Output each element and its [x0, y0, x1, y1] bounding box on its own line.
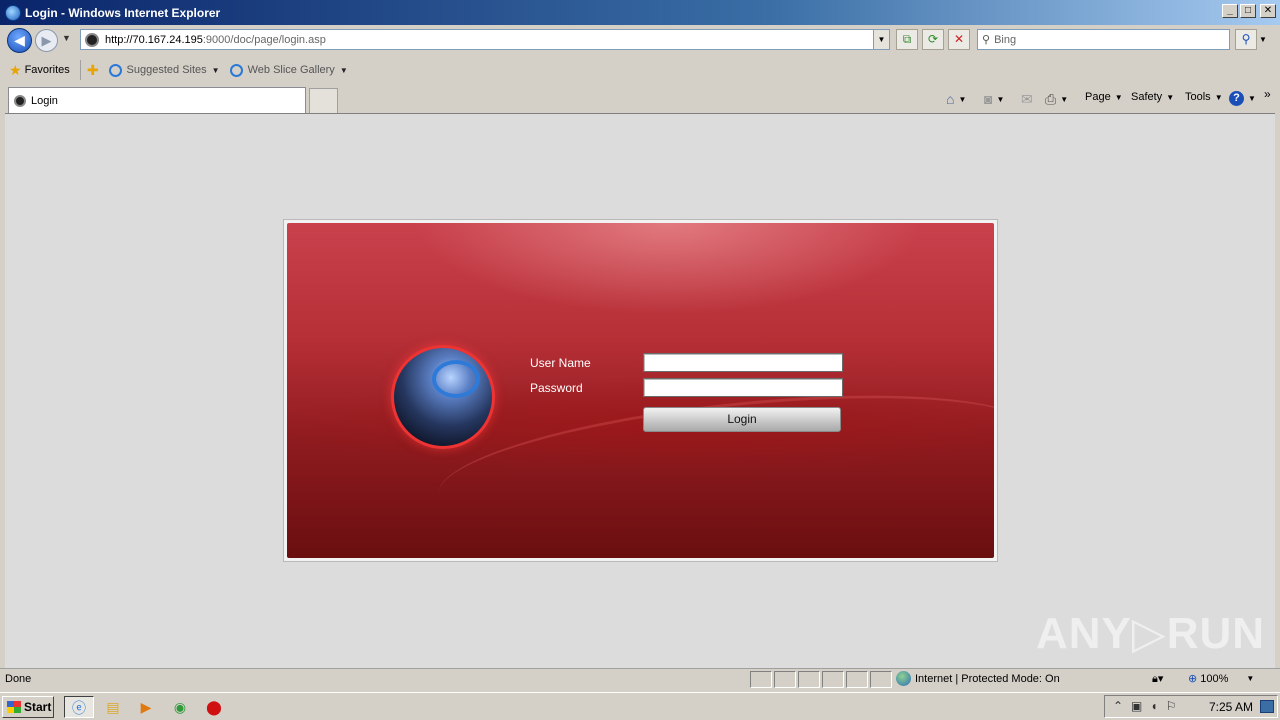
status-segment — [774, 671, 796, 688]
safety-menu[interactable]: Safety ▼ — [1131, 91, 1174, 103]
help-menu[interactable]: ? ▼ — [1229, 91, 1256, 106]
add-to-favorites-icon[interactable]: ✚ — [87, 62, 99, 79]
chevron-down-icon[interactable]: ▼ — [340, 66, 348, 75]
refresh-button[interactable]: ⟳ — [922, 29, 944, 50]
favorites-button[interactable]: Favorites — [25, 64, 70, 76]
address-dropdown-button[interactable]: ▼ — [873, 30, 889, 49]
page-menu-label: Page — [1085, 91, 1111, 103]
address-url[interactable]: http://70.167.24.195:9000/doc/page/login… — [105, 34, 326, 46]
navigation-bar: ◀ ▶ ▼ http://70.167.24.195:9000/doc/page… — [0, 25, 1280, 55]
username-input[interactable] — [643, 353, 843, 372]
address-path: :9000/doc/page/login.asp — [202, 33, 326, 46]
tab-bar: Login ⌂ ▼ ◙ ▼ ✉ ⎙ ▼ Page ▼ Safety ▼ Tools ▼ ? ▼… — [0, 85, 1280, 113]
minimize-button[interactable]: _ — [1222, 4, 1238, 18]
printer-icon: ⎙ — [1045, 91, 1057, 107]
close-button[interactable]: ✕ — [1260, 4, 1276, 18]
maximize-button[interactable]: □ — [1240, 4, 1256, 18]
page-menu[interactable]: Page ▼ — [1085, 91, 1123, 103]
rss-feed-icon: ◙ — [984, 91, 993, 107]
window-title: Login - Windows Internet Explorer — [25, 5, 221, 20]
search-button[interactable]: ⚲ — [1235, 29, 1257, 50]
chevron-down-icon[interactable]: ▼ — [1246, 674, 1254, 683]
ie-logo-icon — [5, 4, 21, 21]
start-button[interactable]: Start — [2, 696, 54, 718]
home-button[interactable]: ⌂ ▼ — [946, 91, 966, 107]
clock[interactable]: 7:25 AM — [1209, 700, 1253, 714]
safety-menu-label: Safety — [1131, 91, 1163, 103]
decorative-swoosh — [432, 371, 994, 555]
read-mail-button[interactable]: ✉ — [1021, 91, 1033, 108]
window-controls: _ □ ✕ — [1222, 4, 1276, 18]
status-text: Done — [5, 673, 32, 685]
tools-menu-label: Tools — [1185, 91, 1211, 103]
address-bar[interactable]: http://70.167.24.195:9000/doc/page/login… — [80, 29, 890, 50]
zoom-level: 100% — [1200, 672, 1229, 685]
web-slice-gallery-link[interactable]: Web Slice Gallery — [248, 64, 335, 76]
security-zone-label: Internet | Protected Mode: On — [915, 672, 1060, 685]
bing-search-icon: ⚲ — [982, 34, 991, 46]
taskbar-opera-icon[interactable]: ⬤ — [199, 696, 229, 718]
windows-taskbar: Start ⓔ ▤ ▶ ◉ ⬤ ⌃▣◖⚐ 7:25 AM — [0, 692, 1280, 720]
chevron-down-icon[interactable]: ▼ — [212, 66, 220, 75]
window-title-bar: Login - Windows Internet Explorer _ □ ✕ — [0, 0, 1280, 25]
password-label: Password — [530, 381, 583, 395]
anyrun-watermark: ANY▷RUN — [1036, 609, 1266, 658]
login-panel: User Name Password Login — [287, 223, 994, 558]
show-desktop-icon[interactable] — [1260, 700, 1274, 713]
recent-pages-dropdown[interactable]: ▼ — [62, 33, 71, 43]
taskbar-media-player-icon[interactable]: ▶ — [131, 696, 161, 718]
status-segment — [822, 671, 844, 688]
forward-button[interactable]: ▶ — [35, 29, 58, 52]
search-box[interactable]: ⚲ Bing — [977, 29, 1230, 50]
search-input[interactable]: Bing — [994, 34, 1016, 46]
system-tray: ⌃▣◖⚐ 7:25 AM — [1104, 695, 1278, 718]
stop-button[interactable]: ✕ — [948, 29, 970, 50]
ie-page-icon — [108, 63, 122, 77]
compatibility-view-button[interactable]: ⧉ — [896, 29, 918, 50]
site-favicon-icon — [14, 94, 26, 107]
zoom-control[interactable]: ⊕ 100% ▼ — [1188, 672, 1254, 686]
windows-logo-icon — [7, 701, 21, 713]
favorites-bar: ★ Favorites ✚ Suggested Sites ▼ Web Slic… — [0, 55, 1280, 85]
taskbar-explorer-folder-icon[interactable]: ▤ — [98, 696, 128, 718]
security-zone[interactable]: Internet | Protected Mode: On — [896, 671, 1060, 686]
login-button[interactable]: Login — [643, 407, 841, 432]
taskbar-chrome-icon[interactable]: ◉ — [165, 696, 195, 718]
status-segment — [798, 671, 820, 688]
feeds-button[interactable]: ◙ ▼ — [984, 91, 1004, 107]
username-label: User Name — [530, 356, 591, 370]
zoom-magnifier-icon: ⊕ — [1188, 673, 1198, 685]
back-button[interactable]: ◀ — [7, 28, 32, 53]
page-content: User Name Password Login ANY▷RUN — [5, 113, 1275, 668]
help-icon: ? — [1229, 91, 1244, 106]
password-input[interactable] — [643, 378, 843, 397]
more-commands-chevron-icon[interactable]: » — [1264, 87, 1271, 101]
tab-label: Login — [31, 94, 58, 107]
protected-mode-lock-icon[interactable]: 🔒︎▾ — [1152, 672, 1163, 686]
address-host: http://70.167.24.195 — [105, 33, 203, 46]
tab-login[interactable]: Login — [8, 87, 306, 113]
suggested-sites-link[interactable]: Suggested Sites — [127, 64, 207, 76]
internet-globe-icon — [896, 671, 911, 686]
divider — [79, 60, 81, 80]
mail-icon: ✉ — [1021, 91, 1033, 107]
status-segment — [870, 671, 892, 688]
search-options-dropdown[interactable]: ▼ — [1259, 35, 1267, 44]
taskbar-internet-explorer-icon[interactable]: ⓔ — [64, 696, 94, 718]
start-label: Start — [24, 700, 52, 714]
tools-menu[interactable]: Tools ▼ — [1185, 91, 1223, 103]
status-segment — [750, 671, 772, 688]
home-icon: ⌂ — [946, 91, 955, 107]
status-bar: Done Internet | Protected Mode: On 🔒︎▾ ⊕… — [0, 668, 1280, 690]
camera-globe-logo — [391, 345, 495, 449]
status-segment — [846, 671, 868, 688]
tray-icons[interactable]: ⌃▣◖⚐ — [1113, 699, 1184, 713]
print-button[interactable]: ⎙ ▼ — [1045, 91, 1068, 108]
new-tab-button[interactable] — [309, 88, 338, 113]
favorites-star-icon: ★ — [9, 61, 22, 78]
ie-page-icon — [229, 63, 243, 77]
site-favicon-icon — [85, 32, 99, 47]
login-frame: User Name Password Login — [283, 219, 998, 562]
